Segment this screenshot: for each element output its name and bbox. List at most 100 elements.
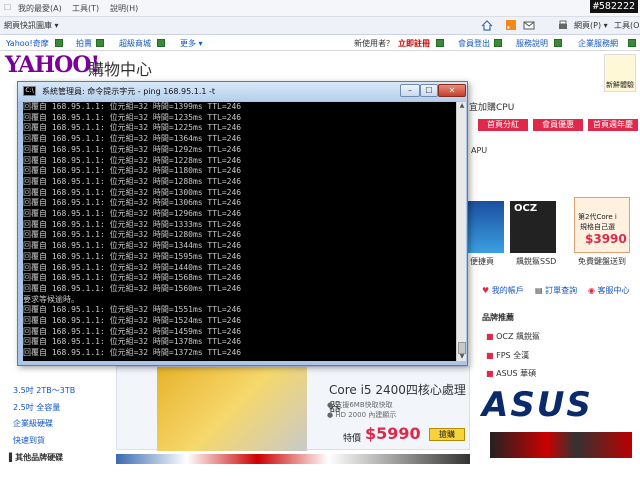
console-line: 要求等候逾時。 xyxy=(23,294,79,304)
asus-logo[interactable]: ASUS xyxy=(482,385,634,431)
ie-command-bar: 網頁快訊圖庫 ▾ 網頁(P) ▾ 工具(O) ▾ xyxy=(0,17,640,35)
cpu-ad-features: ● 支援6MB快取快取 ● HD 2000 內建顯示 xyxy=(327,401,397,419)
close-button[interactable]: ✕ xyxy=(438,84,466,97)
nav-square-icon xyxy=(96,39,104,47)
service-icon: ◉ xyxy=(588,286,598,295)
console-line: 回覆自 168.95.1.1: 位元組=32 時間=1378ms TTL=246 xyxy=(23,337,242,347)
menu-item-edit[interactable]: ☐ xyxy=(4,3,11,12)
console-line: 回覆自 168.95.1.1: 位元組=32 時間=1524ms TTL=246 xyxy=(23,316,242,325)
brand-link-asus[interactable]: ■ ASUS 華碩 xyxy=(486,368,536,379)
cart-icon: ▤ xyxy=(535,286,546,295)
brand-link-fps[interactable]: ■ FPS 全漢 xyxy=(486,350,529,361)
left-link[interactable]: 快速到貨 xyxy=(13,435,45,446)
console-line: 回覆自 168.95.1.1: 位元組=32 時間=1560ms TTL=246 xyxy=(23,283,242,293)
yahoo-logo[interactable]: YAHOO! xyxy=(5,52,100,78)
console-line: 回覆自 168.95.1.1: 位元組=32 時間=1225ms TTL=246 xyxy=(23,123,242,133)
help-link[interactable]: 服務說明 xyxy=(516,38,548,49)
scroll-up-arrow-icon[interactable]: ▲ xyxy=(457,102,467,110)
console-line: 回覆自 168.95.1.1: 位元組=32 時間=1568ms TTL=246 xyxy=(23,273,242,283)
menu-item-tools[interactable]: 工具(T) xyxy=(72,3,99,14)
bottom-thumbnail-strip[interactable] xyxy=(116,454,470,464)
enterprise-link[interactable]: 企業服務網 xyxy=(578,38,618,49)
web-slice-gallery[interactable]: 網頁快訊圖庫 ▾ xyxy=(4,20,59,31)
apu-label: APU xyxy=(471,146,488,155)
ssd-product-image[interactable]: OCZ xyxy=(510,201,556,253)
product-label[interactable]: 免費鍵盤送到 xyxy=(578,256,626,267)
yahoo-nav-strip: Yahoo!奇摩 拍賣 超級商城 更多 ▾ 新使用者？ 立即註冊 會員登出 服務… xyxy=(0,35,640,51)
brand-link-ocz[interactable]: ■ OCZ 飆銳鯊 xyxy=(486,331,540,342)
watermark-badge: #582222 xyxy=(589,0,638,13)
price-value: $5990 xyxy=(365,424,421,443)
ocz-brand: OCZ xyxy=(514,203,538,214)
shopping-center-title: 購物中心 xyxy=(88,60,153,79)
menu-item-help[interactable]: 說明(H) xyxy=(110,3,138,14)
left-link[interactable]: 2.5吋 全容量 xyxy=(13,402,60,413)
left-link[interactable]: 企業級硬碟 xyxy=(13,418,53,429)
nav-link-more[interactable]: 更多 ▾ xyxy=(180,38,203,49)
asus-products-image[interactable] xyxy=(490,432,632,458)
register-link[interactable]: 立即註冊 xyxy=(398,38,430,49)
maximize-button[interactable]: ☐ xyxy=(420,84,438,97)
nav-link-auction[interactable]: 拍賣 xyxy=(76,38,92,49)
nav-link-yahoo[interactable]: Yahoo!奇摩 xyxy=(6,38,49,49)
vertical-scrollbar[interactable]: ▲ ▼ xyxy=(456,102,466,361)
second-gen-label: 第2代Core i xyxy=(578,213,617,221)
my-account-link[interactable]: ♥ 我的帳戶 xyxy=(482,285,524,296)
newbie-badge[interactable]: 新鮮體驗 xyxy=(604,54,636,92)
order-query-link[interactable]: ▤ 訂單查詢 xyxy=(535,285,577,296)
left-link[interactable]: 3.5吋 2TB～3TB xyxy=(13,385,75,396)
brand-recommend-title: 品牌推薦 xyxy=(482,313,514,322)
product-label[interactable]: 飆銳鯊SSD xyxy=(516,256,556,267)
console-line: 回覆自 168.95.1.1: 位元組=32 時間=1364ms TTL=246 xyxy=(23,134,242,144)
second-gen-sub: 規格自己選 xyxy=(580,223,615,231)
second-gen-promo[interactable]: 第2代Core i 規格自己選 $3990 xyxy=(574,197,630,253)
minimize-button[interactable]: – xyxy=(400,84,420,97)
console-line: 回覆自 168.95.1.1: 位元組=32 時間=1296ms TTL=246 xyxy=(23,209,242,218)
left-link[interactable]: ▌其他品牌硬碟 xyxy=(9,452,63,463)
grab-button[interactable]: 搶購 xyxy=(429,428,465,441)
scroll-down-arrow-icon[interactable]: ▼ xyxy=(457,353,467,361)
customer-service-link[interactable]: ◉ 客服中心 xyxy=(588,285,630,296)
nav-square-icon xyxy=(494,39,502,47)
console-line: 回覆自 168.95.1.1: 位元組=32 時間=1551ms TTL=246 xyxy=(23,305,242,315)
cpu-label: 宜加購CPU xyxy=(469,103,515,113)
nav-square-icon xyxy=(554,39,562,47)
print-icon[interactable] xyxy=(557,20,569,31)
second-gen-price: $3990 xyxy=(585,232,627,246)
console-line: 回覆自 168.95.1.1: 位元組=32 時間=1228ms TTL=246 xyxy=(23,155,242,165)
console-line: 回覆自 168.95.1.1: 位元組=32 時間=1459ms TTL=246 xyxy=(23,326,242,336)
console-line: 回覆自 168.95.1.1: 位元組=32 時間=1235ms TTL=246 xyxy=(23,112,242,122)
tools-menu[interactable]: 工具(O) ▾ xyxy=(614,20,640,31)
cmd-window[interactable]: C:\ 系統管理員: 命令提示字元 - ping 168.95.1.1 -t –… xyxy=(17,81,468,366)
console-line: 回覆自 168.95.1.1: 位元組=32 時間=1399ms TTL=246 xyxy=(23,102,242,111)
home-icon[interactable] xyxy=(481,20,493,31)
product-image[interactable] xyxy=(468,201,504,253)
page-menu[interactable]: 網頁(P) ▾ xyxy=(574,20,608,31)
cmd-title-bar[interactable]: C:\ 系統管理員: 命令提示字元 - ping 168.95.1.1 -t –… xyxy=(18,82,467,101)
tab-bonus[interactable]: 首頁分紅 xyxy=(478,119,528,131)
tab-anniversary[interactable]: 首頁週年慶 xyxy=(588,119,638,131)
heart-icon: ♥ xyxy=(482,286,492,295)
console-line: 回覆自 168.95.1.1: 位元組=32 時間=1344ms TTL=246 xyxy=(23,241,242,251)
console-output[interactable]: 回覆自 168.95.1.1: 位元組=32 時間=1399ms TTL=246… xyxy=(23,102,456,361)
tab-member[interactable]: 會員優惠 xyxy=(533,119,583,131)
cpu-ad-banner[interactable]: Core i5 2400四核心處理器 ● 支援6MB快取快取 ● HD 2000… xyxy=(116,366,470,451)
nav-square-icon xyxy=(628,39,636,47)
console-line: 回覆自 168.95.1.1: 位元組=32 時間=1306ms TTL=246 xyxy=(23,198,242,208)
nav-square-icon xyxy=(436,39,444,47)
logout-link[interactable]: 會員登出 xyxy=(458,38,490,49)
cpu-chip-image xyxy=(157,367,307,451)
nav-link-mall[interactable]: 超級商城 xyxy=(119,38,151,49)
nav-square-icon xyxy=(157,39,165,47)
rss-icon[interactable] xyxy=(505,20,517,31)
console-line: 回覆自 168.95.1.1: 位元組=32 時間=1300ms TTL=246 xyxy=(23,187,242,197)
mail-icon[interactable] xyxy=(523,20,535,31)
console-line: 回覆自 168.95.1.1: 位元組=32 時間=1280ms TTL=246 xyxy=(23,230,242,240)
console-line: 回覆自 168.95.1.1: 位元組=32 時間=1333ms TTL=246 xyxy=(23,219,242,229)
cmd-icon: C:\ xyxy=(23,86,36,96)
nav-square-icon xyxy=(55,39,63,47)
console-line: 回覆自 168.95.1.1: 位元組=32 時間=1372ms TTL=246 xyxy=(23,348,242,358)
menu-item-favorites[interactable]: 我的最愛(A) xyxy=(18,3,62,14)
product-label[interactable]: 便捷頁 xyxy=(470,256,494,267)
console-line: 回覆自 168.95.1.1: 位元組=32 時間=1180ms TTL=246 xyxy=(23,166,242,176)
